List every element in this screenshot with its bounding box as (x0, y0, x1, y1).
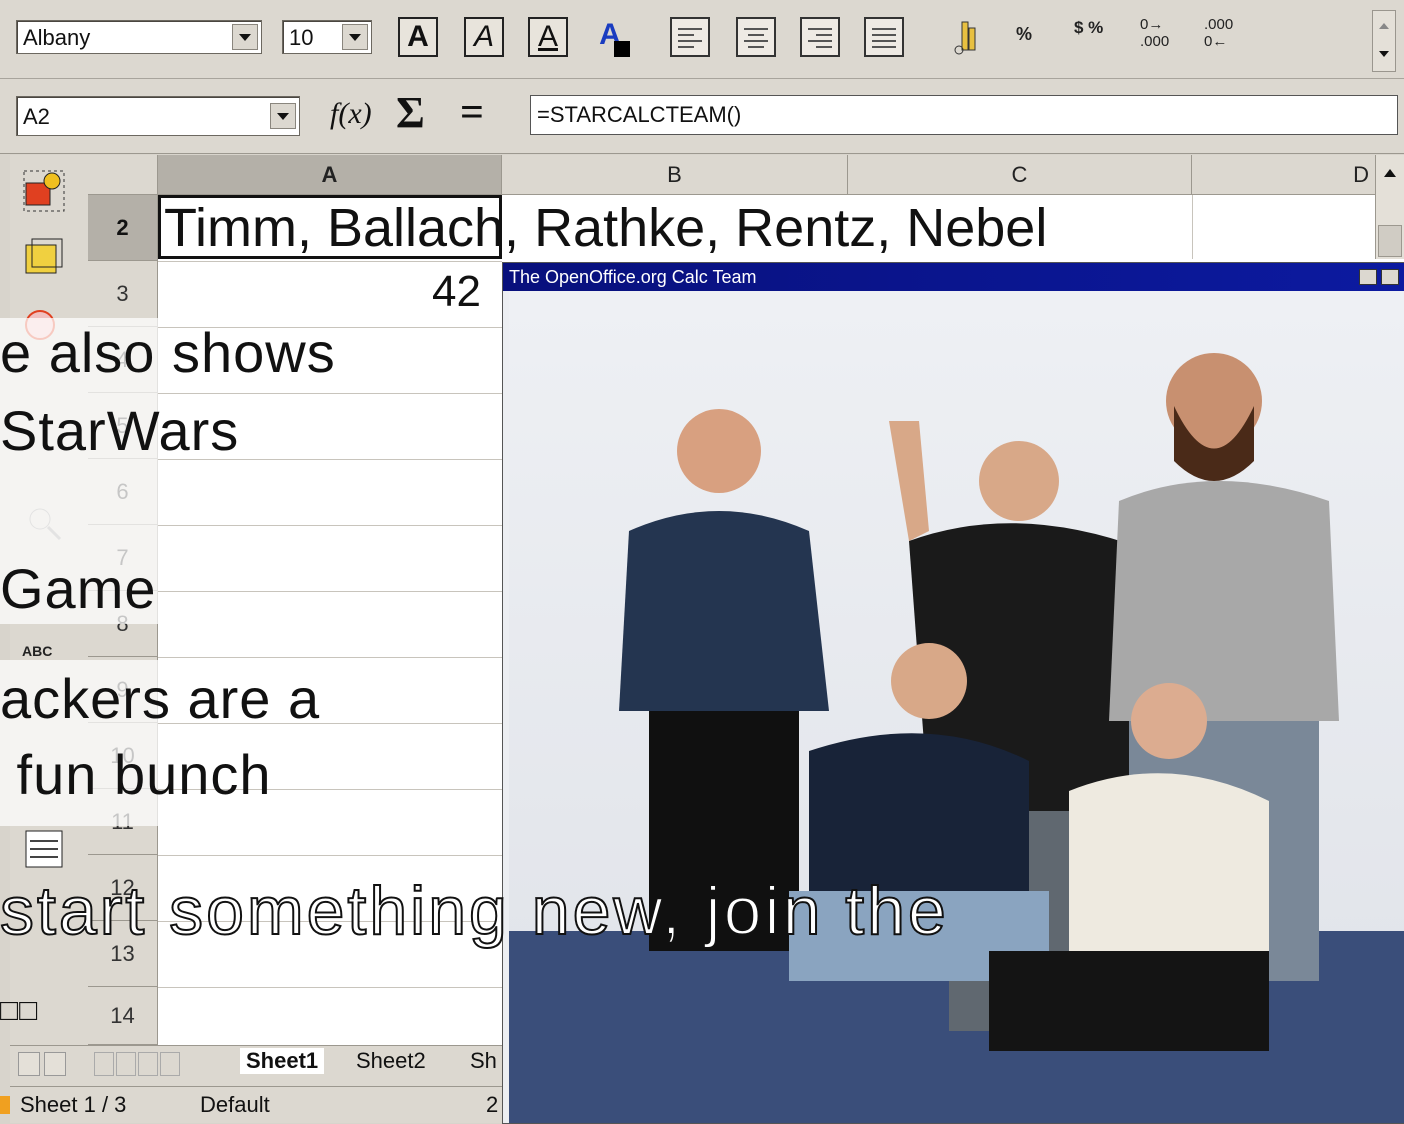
row-header[interactable]: 14 (88, 987, 158, 1045)
chevron-up-icon[interactable] (1379, 23, 1389, 29)
photo-window-titlebar[interactable]: The OpenOffice.org Calc Team (503, 263, 1404, 291)
formula-bar: A2 f(x) Σ = =STARCALCTEAM() (0, 79, 1404, 154)
photo-window-title: The OpenOffice.org Calc Team (509, 267, 757, 287)
zoom-level: 2 (486, 1092, 499, 1117)
column-header-a[interactable]: A (158, 155, 502, 195)
chevron-down-icon[interactable] (1379, 51, 1389, 57)
status-bar: Sheet 1 / 3 Default 2 (10, 1086, 502, 1123)
bold-button[interactable]: A (398, 17, 438, 57)
sheet-position: Sheet 1 / 3 (20, 1092, 127, 1117)
toolbar-scroll[interactable] (1372, 10, 1396, 72)
number-format-icon[interactable] (952, 18, 980, 58)
last-sheet-icon[interactable] (160, 1052, 180, 1076)
tab-sheet3[interactable]: Sh (470, 1048, 497, 1074)
cell-a2-value: Timm, Ballach, Rathke, Rentz, Nebel (164, 198, 1048, 258)
font-name-combo[interactable]: Albany (16, 20, 262, 54)
minimize-icon[interactable] (1359, 269, 1377, 285)
scroll-thumb[interactable] (1378, 225, 1402, 257)
chevron-down-icon[interactable] (342, 24, 368, 50)
align-right-button[interactable] (800, 17, 840, 57)
italic-button[interactable]: A (464, 17, 504, 57)
font-color-button[interactable]: A (590, 17, 630, 57)
function-wizard-button[interactable]: f(x) (330, 97, 372, 131)
add-decimal-button[interactable]: 0→ .000 (1140, 16, 1184, 50)
slide-line-3: Game (0, 557, 157, 620)
scroll-left-icon[interactable] (18, 1052, 40, 1076)
cell-a3-value: 42 (432, 267, 481, 316)
row-header[interactable]: 2 (88, 195, 158, 261)
column-header-c[interactable]: C (848, 155, 1192, 195)
currency-button[interactable]: $ % (1074, 18, 1103, 38)
team-photo (509, 291, 1404, 1123)
chevron-up-icon[interactable] (1384, 169, 1396, 177)
vertical-scrollbar[interactable] (1375, 155, 1404, 259)
slide-line-5: fun bunch (0, 743, 272, 806)
form-icon[interactable] (22, 827, 66, 871)
delete-decimal-button[interactable]: .000 0← (1204, 16, 1248, 50)
percent-button[interactable]: % (1016, 24, 1032, 45)
photo-window[interactable]: The OpenOffice.org Calc Team (502, 262, 1404, 1124)
slide-outline-line: start something new, join the (0, 872, 949, 950)
sum-button[interactable]: Σ (396, 87, 425, 138)
next-sheet-icon[interactable] (138, 1052, 158, 1076)
cell-reference: A2 (23, 104, 50, 129)
accent-mark (0, 1096, 10, 1114)
column-header-b[interactable]: B (502, 155, 848, 195)
chevron-down-icon[interactable] (232, 24, 258, 50)
slide-trailing-glyphs: □□ (0, 994, 39, 1027)
formula-input[interactable]: =STARCALCTEAM() (530, 95, 1398, 135)
page-style: Default (200, 1092, 270, 1117)
font-size-value: 10 (289, 25, 314, 50)
insert-shapes-icon[interactable] (22, 169, 66, 213)
prev-sheet-icon[interactable] (116, 1052, 136, 1076)
function-button[interactable]: = (460, 89, 484, 137)
color-swatch-icon (614, 41, 630, 57)
font-name-value: Albany (23, 25, 91, 50)
slide-line-4: ackers are a (0, 667, 321, 730)
tab-sheet1[interactable]: Sheet1 (240, 1048, 325, 1074)
align-center-button[interactable] (736, 17, 776, 57)
tab-sheet2[interactable]: Sheet2 (356, 1048, 426, 1074)
chevron-down-icon[interactable] (270, 103, 296, 129)
close-icon[interactable] (1381, 269, 1399, 285)
sheet-tab-bar: Sheet1 Sheet2 Sh (10, 1045, 502, 1086)
justify-button[interactable] (864, 17, 904, 57)
slide-line-2: StarWars (0, 399, 240, 462)
formatting-toolbar: Albany 10 A A A A % $ % 0→ .000 .000 0← (0, 0, 1404, 79)
name-box[interactable]: A2 (16, 96, 300, 136)
slide-line-1: e also shows (0, 321, 336, 384)
insert-object-icon[interactable] (22, 235, 66, 279)
underline-button[interactable]: A (528, 17, 568, 57)
column-header-d[interactable]: D (1192, 155, 1376, 195)
align-left-button[interactable] (670, 17, 710, 57)
first-sheet-icon[interactable] (94, 1052, 114, 1076)
scroll-right-icon[interactable] (44, 1052, 66, 1076)
font-size-combo[interactable]: 10 (282, 20, 372, 54)
corner-cell[interactable] (88, 155, 158, 195)
